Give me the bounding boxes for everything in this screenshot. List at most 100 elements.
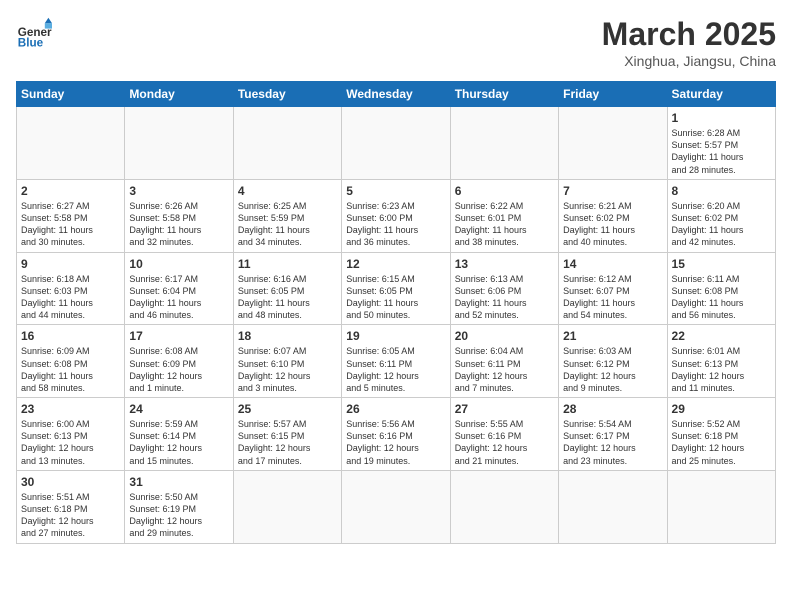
day-number: 13 xyxy=(455,256,554,272)
logo: General Blue xyxy=(16,16,52,52)
day-number: 29 xyxy=(672,401,771,417)
day-number: 24 xyxy=(129,401,228,417)
day-info: Sunrise: 6:04 AM Sunset: 6:11 PM Dayligh… xyxy=(455,345,554,394)
day-info: Sunrise: 6:05 AM Sunset: 6:11 PM Dayligh… xyxy=(346,345,445,394)
calendar-cell xyxy=(450,470,558,543)
week-row-5: 23Sunrise: 6:00 AM Sunset: 6:13 PM Dayli… xyxy=(17,398,776,471)
day-number: 18 xyxy=(238,328,337,344)
day-info: Sunrise: 6:20 AM Sunset: 6:02 PM Dayligh… xyxy=(672,200,771,249)
week-row-4: 16Sunrise: 6:09 AM Sunset: 6:08 PM Dayli… xyxy=(17,325,776,398)
month-title: March 2025 xyxy=(602,16,776,53)
calendar-cell: 15Sunrise: 6:11 AM Sunset: 6:08 PM Dayli… xyxy=(667,252,775,325)
page-header: General Blue March 2025 Xinghua, Jiangsu… xyxy=(16,16,776,69)
day-info: Sunrise: 6:21 AM Sunset: 6:02 PM Dayligh… xyxy=(563,200,662,249)
day-info: Sunrise: 5:59 AM Sunset: 6:14 PM Dayligh… xyxy=(129,418,228,467)
calendar-cell: 20Sunrise: 6:04 AM Sunset: 6:11 PM Dayli… xyxy=(450,325,558,398)
day-number: 16 xyxy=(21,328,120,344)
day-info: Sunrise: 6:26 AM Sunset: 5:58 PM Dayligh… xyxy=(129,200,228,249)
day-number: 15 xyxy=(672,256,771,272)
day-number: 23 xyxy=(21,401,120,417)
day-number: 21 xyxy=(563,328,662,344)
calendar-cell: 3Sunrise: 6:26 AM Sunset: 5:58 PM Daylig… xyxy=(125,179,233,252)
day-info: Sunrise: 5:54 AM Sunset: 6:17 PM Dayligh… xyxy=(563,418,662,467)
day-info: Sunrise: 6:25 AM Sunset: 5:59 PM Dayligh… xyxy=(238,200,337,249)
calendar-cell: 21Sunrise: 6:03 AM Sunset: 6:12 PM Dayli… xyxy=(559,325,667,398)
calendar-cell: 12Sunrise: 6:15 AM Sunset: 6:05 PM Dayli… xyxy=(342,252,450,325)
calendar-cell: 22Sunrise: 6:01 AM Sunset: 6:13 PM Dayli… xyxy=(667,325,775,398)
day-info: Sunrise: 6:11 AM Sunset: 6:08 PM Dayligh… xyxy=(672,273,771,322)
day-info: Sunrise: 6:22 AM Sunset: 6:01 PM Dayligh… xyxy=(455,200,554,249)
calendar-cell: 31Sunrise: 5:50 AM Sunset: 6:19 PM Dayli… xyxy=(125,470,233,543)
day-number: 1 xyxy=(672,110,771,126)
calendar-body: 1Sunrise: 6:28 AM Sunset: 5:57 PM Daylig… xyxy=(17,107,776,544)
calendar-table: SundayMondayTuesdayWednesdayThursdayFrid… xyxy=(16,81,776,544)
week-row-6: 30Sunrise: 5:51 AM Sunset: 6:18 PM Dayli… xyxy=(17,470,776,543)
day-info: Sunrise: 6:03 AM Sunset: 6:12 PM Dayligh… xyxy=(563,345,662,394)
day-info: Sunrise: 6:28 AM Sunset: 5:57 PM Dayligh… xyxy=(672,127,771,176)
calendar-cell xyxy=(17,107,125,180)
calendar-cell: 30Sunrise: 5:51 AM Sunset: 6:18 PM Dayli… xyxy=(17,470,125,543)
calendar-cell: 24Sunrise: 5:59 AM Sunset: 6:14 PM Dayli… xyxy=(125,398,233,471)
calendar-cell: 8Sunrise: 6:20 AM Sunset: 6:02 PM Daylig… xyxy=(667,179,775,252)
day-number: 6 xyxy=(455,183,554,199)
week-row-2: 2Sunrise: 6:27 AM Sunset: 5:58 PM Daylig… xyxy=(17,179,776,252)
day-number: 5 xyxy=(346,183,445,199)
calendar-cell xyxy=(450,107,558,180)
title-block: March 2025 Xinghua, Jiangsu, China xyxy=(602,16,776,69)
calendar-cell: 9Sunrise: 6:18 AM Sunset: 6:03 PM Daylig… xyxy=(17,252,125,325)
week-row-1: 1Sunrise: 6:28 AM Sunset: 5:57 PM Daylig… xyxy=(17,107,776,180)
day-info: Sunrise: 5:50 AM Sunset: 6:19 PM Dayligh… xyxy=(129,491,228,540)
calendar-cell: 14Sunrise: 6:12 AM Sunset: 6:07 PM Dayli… xyxy=(559,252,667,325)
day-info: Sunrise: 5:52 AM Sunset: 6:18 PM Dayligh… xyxy=(672,418,771,467)
day-number: 19 xyxy=(346,328,445,344)
day-number: 31 xyxy=(129,474,228,490)
day-info: Sunrise: 6:15 AM Sunset: 6:05 PM Dayligh… xyxy=(346,273,445,322)
day-number: 22 xyxy=(672,328,771,344)
day-number: 28 xyxy=(563,401,662,417)
calendar-cell: 4Sunrise: 6:25 AM Sunset: 5:59 PM Daylig… xyxy=(233,179,341,252)
location-subtitle: Xinghua, Jiangsu, China xyxy=(602,53,776,69)
calendar-cell: 6Sunrise: 6:22 AM Sunset: 6:01 PM Daylig… xyxy=(450,179,558,252)
calendar-cell xyxy=(342,470,450,543)
day-info: Sunrise: 6:16 AM Sunset: 6:05 PM Dayligh… xyxy=(238,273,337,322)
day-number: 11 xyxy=(238,256,337,272)
day-info: Sunrise: 6:08 AM Sunset: 6:09 PM Dayligh… xyxy=(129,345,228,394)
day-number: 30 xyxy=(21,474,120,490)
calendar-cell xyxy=(559,107,667,180)
calendar-cell: 10Sunrise: 6:17 AM Sunset: 6:04 PM Dayli… xyxy=(125,252,233,325)
day-number: 9 xyxy=(21,256,120,272)
calendar-cell: 5Sunrise: 6:23 AM Sunset: 6:00 PM Daylig… xyxy=(342,179,450,252)
day-header-monday: Monday xyxy=(125,82,233,107)
svg-text:Blue: Blue xyxy=(18,37,44,50)
week-row-3: 9Sunrise: 6:18 AM Sunset: 6:03 PM Daylig… xyxy=(17,252,776,325)
calendar-cell: 27Sunrise: 5:55 AM Sunset: 6:16 PM Dayli… xyxy=(450,398,558,471)
calendar-cell: 17Sunrise: 6:08 AM Sunset: 6:09 PM Dayli… xyxy=(125,325,233,398)
calendar-cell: 19Sunrise: 6:05 AM Sunset: 6:11 PM Dayli… xyxy=(342,325,450,398)
day-number: 20 xyxy=(455,328,554,344)
day-info: Sunrise: 6:09 AM Sunset: 6:08 PM Dayligh… xyxy=(21,345,120,394)
days-of-week-row: SundayMondayTuesdayWednesdayThursdayFrid… xyxy=(17,82,776,107)
calendar-cell xyxy=(233,470,341,543)
day-number: 27 xyxy=(455,401,554,417)
day-number: 2 xyxy=(21,183,120,199)
day-number: 4 xyxy=(238,183,337,199)
day-info: Sunrise: 6:13 AM Sunset: 6:06 PM Dayligh… xyxy=(455,273,554,322)
day-number: 7 xyxy=(563,183,662,199)
calendar-cell: 23Sunrise: 6:00 AM Sunset: 6:13 PM Dayli… xyxy=(17,398,125,471)
day-number: 8 xyxy=(672,183,771,199)
day-number: 25 xyxy=(238,401,337,417)
day-header-saturday: Saturday xyxy=(667,82,775,107)
calendar-cell xyxy=(559,470,667,543)
calendar-cell: 18Sunrise: 6:07 AM Sunset: 6:10 PM Dayli… xyxy=(233,325,341,398)
day-info: Sunrise: 6:01 AM Sunset: 6:13 PM Dayligh… xyxy=(672,345,771,394)
day-header-sunday: Sunday xyxy=(17,82,125,107)
calendar-cell: 11Sunrise: 6:16 AM Sunset: 6:05 PM Dayli… xyxy=(233,252,341,325)
day-number: 17 xyxy=(129,328,228,344)
day-header-tuesday: Tuesday xyxy=(233,82,341,107)
calendar-cell: 1Sunrise: 6:28 AM Sunset: 5:57 PM Daylig… xyxy=(667,107,775,180)
day-number: 26 xyxy=(346,401,445,417)
day-info: Sunrise: 5:51 AM Sunset: 6:18 PM Dayligh… xyxy=(21,491,120,540)
calendar-cell xyxy=(342,107,450,180)
day-info: Sunrise: 6:00 AM Sunset: 6:13 PM Dayligh… xyxy=(21,418,120,467)
day-number: 10 xyxy=(129,256,228,272)
